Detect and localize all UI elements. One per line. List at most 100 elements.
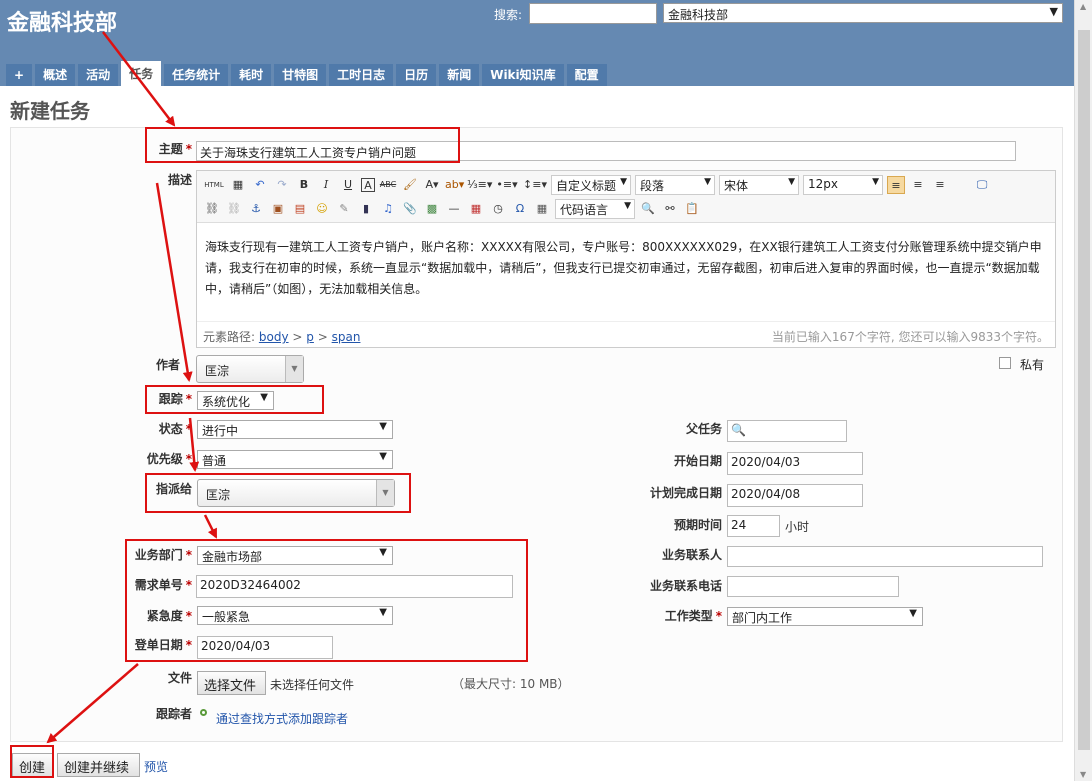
ordered-list-icon[interactable]: ⅓≡▾ xyxy=(467,176,492,194)
tab-wiki[interactable]: Wiki知识库 xyxy=(482,64,564,86)
preview-link[interactable]: 预览 xyxy=(144,758,168,775)
due-date-input[interactable]: 2020/04/08 xyxy=(727,484,863,507)
highlight-icon[interactable]: ab▾ xyxy=(445,176,464,194)
heading-select[interactable]: 自定义标题 ▼ xyxy=(551,175,631,195)
editor-status-bar: 元素路径: body > p > span 当前已输入167个字符, 您还可以输… xyxy=(197,321,1055,347)
link-icon[interactable]: ⛓ xyxy=(203,200,221,218)
attachment-icon[interactable]: 📎 xyxy=(401,200,419,218)
horizontal-rule-icon[interactable]: — xyxy=(445,200,463,218)
emoticon-icon[interactable]: ☺ xyxy=(313,200,331,218)
search-icon: 🔍 xyxy=(731,423,746,437)
align-left-icon[interactable]: ≡ xyxy=(887,176,905,194)
anchor-icon[interactable]: ⚓ xyxy=(247,200,265,218)
multi-image-icon[interactable]: ▤ xyxy=(291,200,309,218)
scrawl-icon[interactable]: ✎ xyxy=(335,200,353,218)
add-watchers-link[interactable]: 通过查找方式添加跟踪者 xyxy=(216,710,348,727)
fullscreen-icon[interactable]: 🖵 xyxy=(973,176,991,194)
tab-calendar[interactable]: 日历 xyxy=(396,64,437,86)
border-text-icon[interactable]: A xyxy=(361,178,375,192)
start-date-input[interactable]: 2020/04/03 xyxy=(727,452,863,475)
tab-time-spent[interactable]: 耗时 xyxy=(231,64,272,86)
align-right-icon[interactable]: ≡ xyxy=(931,176,949,194)
file-label: 文件 xyxy=(167,671,192,685)
choose-file-button[interactable]: 选择文件 xyxy=(197,671,266,695)
editor-content[interactable]: 海珠支行现有一建筑工人工资专户销户，账户名称：XXXXX有限公司，专户账号：80… xyxy=(205,237,1047,300)
paste-icon[interactable]: 📋 xyxy=(683,200,701,218)
site-title[interactable]: 金融科技部 xyxy=(7,5,117,37)
contact-input[interactable] xyxy=(727,546,1043,567)
map-icon[interactable]: ▩ xyxy=(423,200,441,218)
redo-icon[interactable]: ↷ xyxy=(273,176,291,194)
italic-icon[interactable]: I xyxy=(317,176,335,194)
align-center-icon[interactable]: ≡ xyxy=(909,176,927,194)
toolbar-row-1: HTML ▦ ↶ ↷ B I U A ABC 🖌 A▾ ab▾ ⅓≡▾ •≡▾ … xyxy=(203,175,991,195)
font-size-select[interactable]: 12px ▼ xyxy=(803,175,883,195)
path-body-link[interactable]: body xyxy=(259,330,289,344)
layout-icon[interactable]: ▦ xyxy=(229,176,247,194)
special-char-icon[interactable]: Ω xyxy=(511,200,529,218)
tab-settings[interactable]: 配置 xyxy=(566,64,607,86)
parent-task-label: 父任务 xyxy=(685,422,722,436)
estimate-input[interactable]: 24 xyxy=(727,515,780,537)
bold-icon[interactable]: B xyxy=(295,176,313,194)
font-color-icon[interactable]: A▾ xyxy=(423,176,441,194)
scrollbar-thumb[interactable] xyxy=(1078,30,1090,750)
preview-search-icon[interactable]: 🔍 xyxy=(639,200,657,218)
strikethrough-icon[interactable]: ABC xyxy=(379,176,397,194)
music-icon[interactable]: ♫ xyxy=(379,200,397,218)
due-date-label: 计划完成日期 xyxy=(649,486,722,500)
chevron-down-icon: ▼ xyxy=(285,356,303,382)
scroll-up-icon[interactable]: ▲ xyxy=(1080,2,1086,11)
tab-overview[interactable]: 概述 xyxy=(35,64,76,86)
tab-activity[interactable]: 活动 xyxy=(78,64,119,86)
private-checkbox[interactable] xyxy=(999,357,1011,369)
tab-time-log[interactable]: 工时日志 xyxy=(329,64,394,86)
editor-toolbar: HTML ▦ ↶ ↷ B I U A ABC 🖌 A▾ ab▾ ⅓≡▾ •≡▾ … xyxy=(197,171,1055,223)
tab-issues[interactable]: 任务 xyxy=(121,61,162,86)
format-painter-icon[interactable]: 🖌 xyxy=(401,176,419,194)
work-type-select[interactable]: 部门内工作 ▼ xyxy=(727,607,923,626)
project-select[interactable]: 金融科技部 ▼ xyxy=(663,3,1063,23)
unordered-list-icon[interactable]: •≡▾ xyxy=(495,176,519,194)
tab-gantt[interactable]: 甘特图 xyxy=(274,64,327,86)
private-label: 私有 xyxy=(1020,358,1045,372)
search-input[interactable] xyxy=(529,3,657,24)
scroll-down-icon[interactable]: ▼ xyxy=(1080,770,1086,779)
project-select-value: 金融科技部 xyxy=(668,8,729,22)
parent-task-input[interactable]: 🔍 xyxy=(727,420,847,442)
rich-text-editor[interactable]: HTML ▦ ↶ ↷ B I U A ABC 🖌 A▾ ab▾ ⅓≡▾ •≡▾ … xyxy=(196,170,1056,348)
line-height-icon[interactable]: ↕≡▾ xyxy=(523,176,547,194)
unlink-icon[interactable]: ⛓ xyxy=(225,200,243,218)
underline-icon[interactable]: U xyxy=(339,176,357,194)
video-icon[interactable]: ▮ xyxy=(357,200,375,218)
table-icon[interactable]: ▦ xyxy=(533,200,551,218)
annotation-box-assignee xyxy=(145,473,411,513)
tab-news[interactable]: 新闻 xyxy=(439,64,480,86)
priority-label: 优先级 * xyxy=(146,452,192,466)
tab-issue-stats[interactable]: 任务统计 xyxy=(164,64,229,86)
author-label: 作者 xyxy=(155,358,180,372)
estimate-label: 预期时间 xyxy=(673,518,722,532)
status-select[interactable]: 进行中 ▼ xyxy=(197,420,393,439)
phone-input[interactable] xyxy=(727,576,899,597)
tab-new[interactable]: + xyxy=(6,64,33,86)
date-icon[interactable]: ▦ xyxy=(467,200,485,218)
priority-select[interactable]: 普通 ▼ xyxy=(197,450,393,469)
undo-icon[interactable]: ↶ xyxy=(251,176,269,194)
no-file-text: 未选择任何文件 xyxy=(270,678,355,692)
image-icon[interactable]: ▣ xyxy=(269,200,287,218)
find-replace-icon[interactable]: ⚯ xyxy=(661,200,679,218)
paragraph-select[interactable]: 段落 ▼ xyxy=(635,175,715,195)
path-span-link[interactable]: span xyxy=(332,330,361,344)
time-icon[interactable]: ◷ xyxy=(489,200,507,218)
contact-label: 业务联系人 xyxy=(661,548,722,562)
code-language-select[interactable]: 代码语言 ▼ xyxy=(555,199,635,219)
font-family-select[interactable]: 宋体 ▼ xyxy=(719,175,799,195)
header: 金融科技部 搜索: 金融科技部 ▼ + 概述 活动 任务 任务统计 耗时 甘特图… xyxy=(0,0,1074,86)
author-select[interactable]: 匡淙 ▼ xyxy=(196,355,304,383)
html-source-icon[interactable]: HTML xyxy=(203,176,225,194)
scrollbar[interactable]: ▲ ▼ xyxy=(1074,0,1092,781)
create-continue-button[interactable]: 创建并继续 xyxy=(57,753,140,777)
toolbar-row-2: ⛓ ⛓ ⚓ ▣ ▤ ☺ ✎ ▮ ♫ 📎 ▩ — ▦ ◷ Ω ▦ 代码语言 ▼ 🔍 … xyxy=(203,199,701,219)
path-p-link[interactable]: p xyxy=(306,330,314,344)
